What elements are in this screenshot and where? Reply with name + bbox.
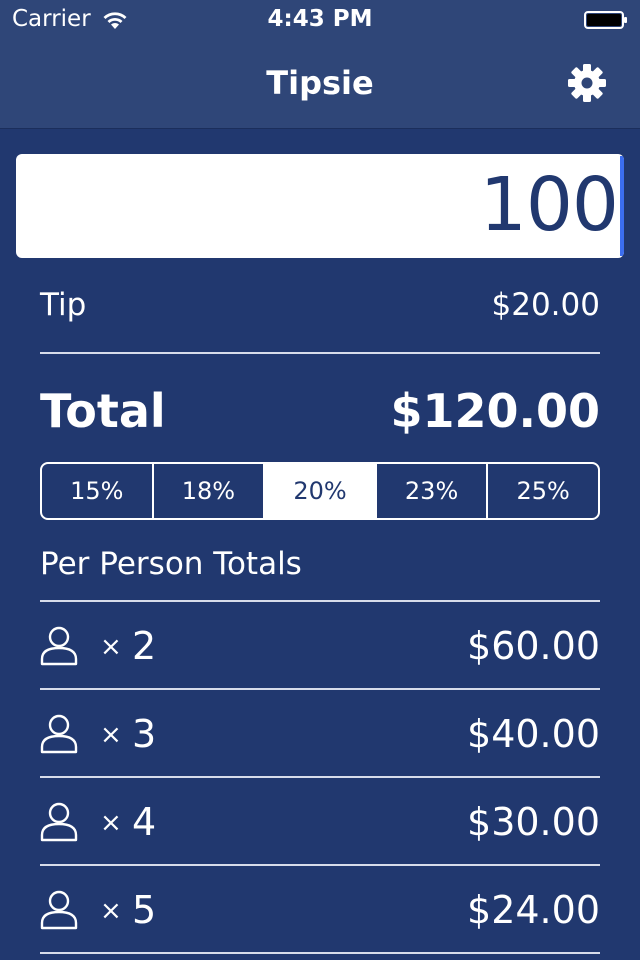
tip-option-25[interactable]: 25% [488,464,598,518]
per-person-title: Per Person Totals [40,546,302,582]
battery-icon [584,11,627,29]
per-person-row: × 5 $24.00 [40,866,600,954]
tip-percentage-selector: 15% 18% 20% 23% 25% [40,462,600,520]
per-person-amount: $60.00 [467,624,600,668]
person-icon [40,802,78,842]
text-cursor [620,156,624,256]
person-icon [40,890,78,930]
status-time: 4:43 PM [267,6,373,32]
per-person-amount: $30.00 [467,800,600,844]
tip-divider [40,352,600,354]
app-title: Tipsie [266,64,374,102]
app-screen: Carrier 4:43 PM Tipsie 100 Tip $20.00 To… [0,0,640,960]
per-person-amount: $40.00 [467,712,600,756]
per-person-amount: $24.00 [467,888,600,932]
multiply-sign: × [100,720,122,750]
multiply-sign: × [100,896,122,926]
tip-option-23[interactable]: 23% [377,464,489,518]
bill-amount-value: 100 [479,162,619,248]
status-bar: Carrier 4:43 PM [0,0,640,40]
person-count: 4 [132,800,157,844]
per-person-row: × 4 $30.00 [40,778,600,866]
per-person-row: × 3 $40.00 [40,690,600,778]
tip-option-15[interactable]: 15% [42,464,154,518]
tip-option-20[interactable]: 20% [265,464,377,518]
per-person-row: × 2 $60.00 [40,602,600,690]
row-divider [40,952,600,954]
gear-icon[interactable] [566,62,608,104]
multiply-sign: × [100,632,122,662]
bill-amount-field[interactable]: 100 [16,154,624,258]
total-value: $120.00 [390,384,600,438]
tip-option-18[interactable]: 18% [154,464,266,518]
person-count: 5 [132,888,157,932]
multiply-sign: × [100,808,122,838]
tip-value: $20.00 [491,287,600,323]
person-count: 2 [132,624,157,668]
person-icon [40,714,78,754]
person-count: 3 [132,712,157,756]
navigation-bar: Tipsie [0,40,640,129]
person-icon [40,626,78,666]
